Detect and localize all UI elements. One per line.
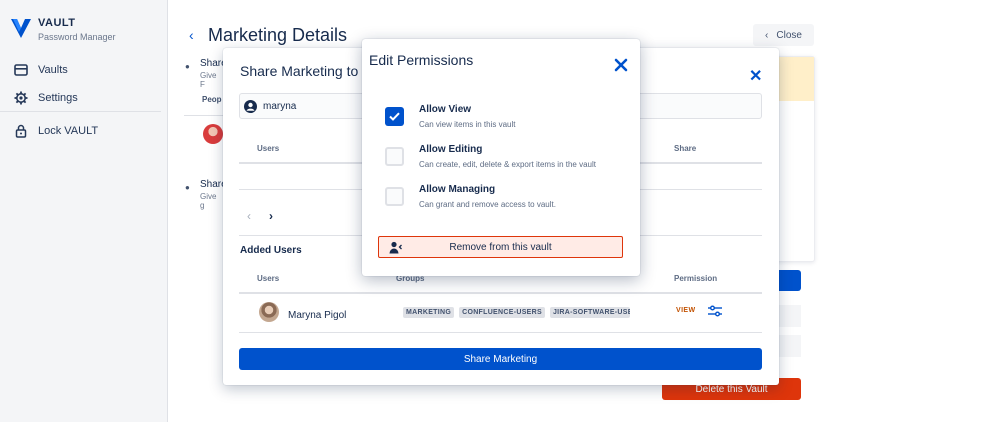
vault-icon [14,64,28,76]
share-dialog-close-icon[interactable]: ✕ [749,66,762,86]
remove-from-vault-button[interactable]: Remove from this vault [378,236,623,258]
table-divider [239,332,762,333]
sidebar-item-label: Settings [38,92,78,104]
page-title: Marketing Details [208,25,348,45]
people-column-header: Peop [202,95,222,104]
edit-permissions-dialog: Edit Permissions Allow View Can view ite… [362,39,640,276]
group-tags: MARKETING CONFLUENCE-USERS JIRA-SOFTWARE… [403,307,630,318]
sidebar-item-lock[interactable]: Lock VAULT [14,124,98,138]
sidebar-item-vaults[interactable]: Vaults [14,63,68,77]
allow-view-checkbox[interactable] [385,107,404,126]
remove-button-label: Remove from this vault [449,241,552,253]
option-description: Can grant and remove access to vault. [419,200,556,209]
vault-logo-icon [11,19,31,38]
group-tag: CONFLUENCE-USERS [459,307,545,318]
lock-icon [15,124,27,138]
brand-title: VAULT [38,17,76,29]
allow-managing-checkbox[interactable] [385,187,404,206]
users-column-header: Users [257,274,280,283]
sidebar-item-settings[interactable]: Settings [14,91,78,105]
allow-editing-checkbox[interactable] [385,147,404,166]
sidebar: VAULT Password Manager Vaults Settings L… [0,0,168,422]
permission-column-header: Permission [674,274,718,283]
permission-badge: VIEW [676,307,696,314]
gear-icon [14,91,28,105]
share-column-header: Share [674,144,697,153]
share-row-sub: Give g [200,192,217,210]
brand: VAULT Password Manager [10,17,116,42]
table-divider [239,292,762,294]
option-description: Can view items in this vault [419,120,516,129]
prev-page-icon[interactable]: ‹ [247,209,251,223]
option-title: Allow Managing [419,184,496,195]
people-icon: ● [185,62,190,71]
back-chevron-icon[interactable]: ‹ [189,27,194,43]
sliders-icon[interactable] [708,305,722,317]
added-users-title: Added Users [240,245,302,256]
group-tag: MARKETING [403,307,455,318]
close-button[interactable]: ‹ Close [753,24,814,46]
share-marketing-button[interactable]: Share Marketing [239,348,762,370]
edit-permissions-title: Edit Permissions [369,52,474,68]
avatar [259,302,279,322]
next-page-icon[interactable]: › [269,209,273,223]
sidebar-item-label: Lock VAULT [38,125,99,137]
divider [184,115,224,116]
sidebar-divider [0,111,161,112]
users-column-header: Users [257,144,280,153]
chevron-left-icon: ‹ [765,29,769,41]
close-label: Close [776,29,802,41]
option-title: Allow View [419,104,472,115]
groups-icon: ● [185,183,190,192]
user-icon [244,99,257,113]
avatar [203,124,223,144]
check-icon [389,112,400,121]
option-title: Allow Editing [419,144,483,155]
option-description: Can create, edit, delete & export items … [419,160,596,169]
remove-user-icon [389,241,402,254]
share-row-sub: Give F [200,71,217,89]
close-icon[interactable] [614,58,628,72]
added-user-name: Maryna Pigol [288,310,347,321]
sidebar-item-label: Vaults [38,64,68,76]
share-dialog-title: Share Marketing to V [240,63,372,79]
group-tag: JIRA-SOFTWARE-USERS [549,307,630,318]
brand-subtitle: Password Manager [38,32,116,42]
